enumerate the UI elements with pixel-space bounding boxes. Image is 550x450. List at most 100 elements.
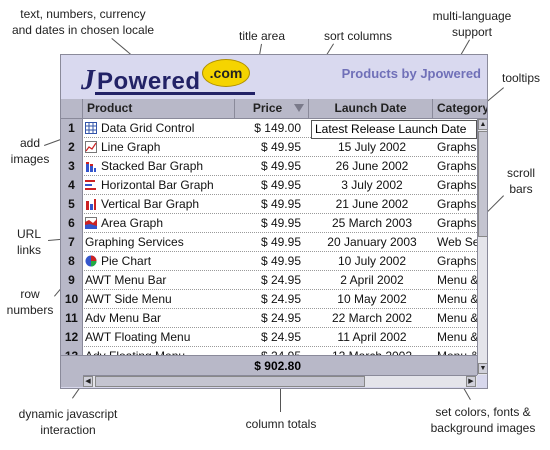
cell-launch-date: 3 July 2002	[341, 178, 403, 192]
cell-product[interactable]: Pie Chart	[85, 252, 233, 271]
cell-launch-date: 12 March 2002	[311, 347, 433, 355]
product-name: Horizontal Bar Graph	[101, 178, 214, 192]
row-number: 7	[61, 233, 83, 252]
annotation-scroll-bars: scroll bars	[506, 166, 535, 196]
cell-product[interactable]: AWT Floating Menu	[85, 328, 233, 347]
cell-launch-date: 15 July 2002	[337, 140, 407, 154]
cell-product[interactable]: Area Graph	[85, 214, 233, 233]
grid-rows: 1 Data Grid Control $ 149.00 2 Line Graph $ 4…	[61, 119, 477, 355]
cell-product[interactable]: Line Graph	[85, 138, 233, 157]
scroll-down-button[interactable]: ▼	[478, 363, 487, 374]
cell-product[interactable]: Horizontal Bar Graph	[85, 176, 233, 195]
column-header-product[interactable]: Product	[83, 99, 235, 119]
row-number-header	[61, 99, 83, 119]
product-name: Line Graph	[101, 140, 161, 154]
cell-price: $ 49.95	[260, 235, 301, 249]
cell-category: Menu &	[437, 311, 477, 325]
cell-product[interactable]: Adv Floating Menu	[85, 347, 233, 355]
table-row[interactable]: 11 Adv Menu Bar $ 24.95 22 March 2002 Menu &	[61, 309, 477, 328]
annotation-multi-language: multi-language support	[432, 9, 512, 39]
row-number: 10	[61, 290, 83, 309]
column-header-category[interactable]: Category	[433, 99, 487, 119]
horizontal-scrollbar[interactable]: ◀ ▶	[83, 375, 477, 387]
cell-category: Menu &	[437, 273, 477, 287]
annotation-locale: text, numbers, currency and dates in cho…	[11, 7, 155, 37]
cell-product[interactable]: AWT Side Menu	[85, 290, 233, 309]
cell-price: $ 49.95	[260, 178, 301, 192]
cell-product[interactable]: AWT Menu Bar	[85, 271, 233, 290]
product-name: Area Graph	[101, 216, 164, 230]
table-row[interactable]: 4 Horizontal Bar Graph $ 49.95 3 July 2002 G…	[61, 176, 477, 195]
grid-title-area: J Powered .com Products by Jpowered	[61, 55, 487, 99]
table-row[interactable]: 5 Vertical Bar Graph $ 49.95 21 June 2002 Gr…	[61, 195, 477, 214]
row-number: 9	[61, 271, 83, 290]
row-number: 11	[61, 309, 83, 328]
product-name: Graphing Services	[85, 235, 184, 249]
cell-launch-date: 10 May 2002	[337, 292, 407, 306]
vertical-scrollbar[interactable]: ▲ ▼	[477, 119, 487, 375]
row-number: 12	[61, 328, 83, 347]
cell-price: $ 24.95	[260, 311, 301, 325]
cell-launch-date: 22 March 2002	[331, 311, 413, 325]
cell-price: $ 149.00	[254, 121, 301, 135]
row-number: 3	[61, 157, 83, 176]
table-row[interactable]: 7 Graphing Services $ 49.95 20 January 2003…	[61, 233, 477, 252]
annotation-row-numbers: row numbers	[6, 287, 54, 317]
cell-price: $ 24.95	[260, 273, 301, 287]
cell-launch-date: 10 July 2002	[337, 254, 407, 268]
hbar-chart-icon	[85, 178, 97, 190]
cell-launch-date: 21 June 2002	[335, 197, 409, 211]
column-header-launch-date[interactable]: Launch Date	[309, 99, 433, 119]
product-name: AWT Side Menu	[85, 292, 172, 306]
vertical-scroll-thumb[interactable]	[478, 131, 487, 237]
cell-price: $ 24.95	[260, 292, 301, 306]
cell-price: $ 49.95	[260, 216, 301, 230]
cell-product[interactable]: Data Grid Control	[85, 119, 233, 138]
horizontal-scroll-thumb[interactable]	[95, 376, 365, 387]
table-row[interactable]: 10 AWT Side Menu $ 24.95 10 May 2002 Menu &	[61, 290, 477, 309]
column-header-price[interactable]: Price	[235, 99, 309, 119]
table-row[interactable]: 2 Line Graph $ 49.95 15 July 2002 Graphs	[61, 138, 477, 157]
annotation-set-colors: set colors, fonts & background images	[430, 405, 536, 435]
cell-category: Menu &	[437, 330, 477, 344]
cell-category: Graphs	[437, 178, 477, 192]
row-number: 13	[61, 347, 83, 355]
cell-launch-date: 25 March 2003	[331, 216, 413, 230]
grid-chart-icon	[85, 121, 97, 134]
table-row[interactable]: 13Adv Floating Menu$ 24.95 12 March 2002M…	[61, 347, 477, 355]
pie-chart-icon	[85, 254, 97, 267]
table-row[interactable]: 8 Pie Chart $ 49.95 10 July 2002 Graphs	[61, 252, 477, 271]
cell-launch-date: 2 April 2002	[340, 273, 404, 287]
scroll-up-button[interactable]: ▲	[478, 119, 487, 130]
cell-category: Graphs	[437, 197, 477, 211]
row-number: 2	[61, 138, 83, 157]
cell-price: $ 49.95	[260, 197, 301, 211]
data-grid: J Powered .com Products by Jpowered Prod…	[60, 54, 488, 389]
cell-price: $ 49.95	[260, 159, 301, 173]
cell-category: Web Se	[437, 235, 477, 249]
scroll-right-button[interactable]: ▶	[466, 376, 476, 387]
annotation-tooltips: tooltips	[501, 71, 541, 85]
cell-product[interactable]: Graphing Services	[85, 233, 233, 252]
cell-product[interactable]: Vertical Bar Graph	[85, 195, 233, 214]
table-row[interactable]: 6 Area Graph $ 49.95 25 March 2003 Graphs	[61, 214, 477, 233]
grid-title: Products by Jpowered	[341, 66, 481, 81]
price-header-label: Price	[252, 101, 283, 115]
table-row[interactable]: 12 AWT Floating Menu $ 24.95 11 April 2002 M…	[61, 328, 477, 347]
product-name: AWT Menu Bar	[85, 273, 167, 287]
table-row[interactable]: 3 Stacked Bar Graph $ 49.95 26 June 2002 Gra…	[61, 157, 477, 176]
table-row[interactable]: 9 AWT Menu Bar $ 24.95 2 April 2002 Menu &	[61, 271, 477, 290]
cell-category: Graphs	[437, 254, 477, 268]
product-name: Vertical Bar Graph	[101, 197, 200, 211]
row-number: 4	[61, 176, 83, 195]
cell-category: Graphs	[437, 216, 477, 230]
sort-triangle-icon[interactable]	[294, 104, 304, 112]
stacked-chart-icon	[85, 159, 97, 172]
cell-product[interactable]: Adv Menu Bar	[85, 309, 233, 328]
tooltip-text: Latest Release Launch Date	[315, 122, 467, 136]
product-name: Data Grid Control	[101, 121, 195, 135]
scroll-left-button[interactable]: ◀	[83, 376, 93, 387]
annotation-url-links: URL links	[16, 227, 41, 257]
cell-product[interactable]: Stacked Bar Graph	[85, 157, 233, 176]
row-number: 8	[61, 252, 83, 271]
